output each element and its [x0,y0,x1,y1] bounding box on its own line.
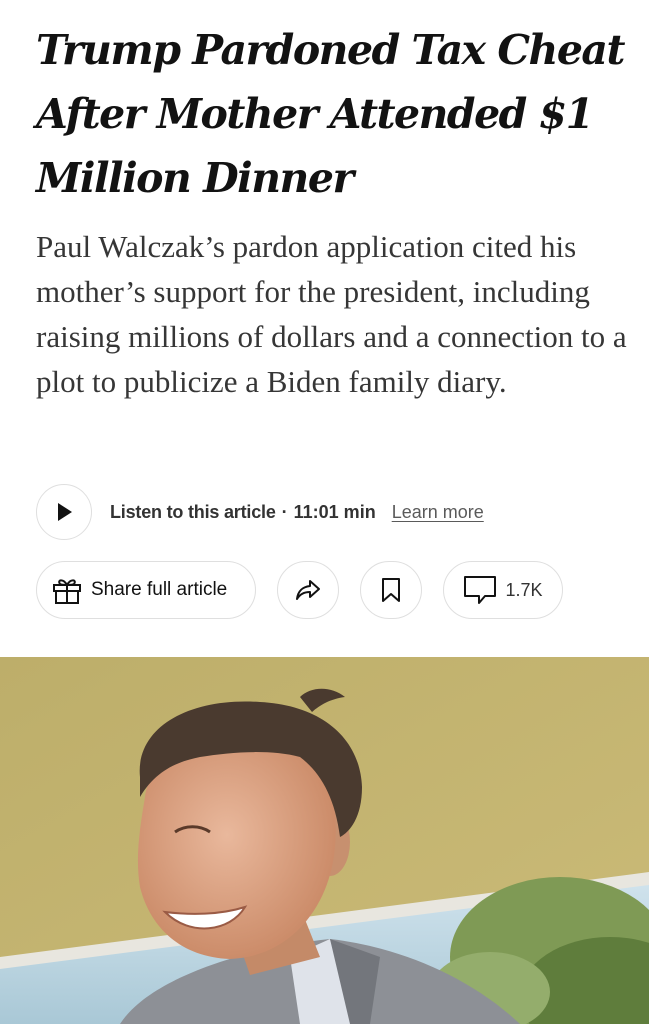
audio-player: Listen to this article · 11:01 min Learn… [36,482,484,542]
listen-separator: · [281,501,288,522]
save-button[interactable] [360,561,422,619]
share-button[interactable] [277,561,339,619]
comment-icon [464,576,497,604]
article-summary: Paul Walczak’s pardon application cited … [36,229,627,399]
share-full-article-button[interactable]: Share full article [36,561,256,619]
gift-icon [53,579,81,604]
share-arrow-icon [296,580,320,600]
comments-count: 1.7K [505,579,543,600]
article-photo [0,657,649,1024]
play-icon [58,503,72,521]
article-headline: Trump Pardoned Tax Cheat After Mother At… [36,26,625,202]
listen-duration: 11:01 min [293,501,376,522]
bookmark-icon [382,578,400,602]
learn-more-link[interactable]: Learn more [392,502,484,523]
play-button[interactable] [36,484,92,540]
listen-label: Listen to this article [110,501,276,522]
comments-button[interactable]: 1.7K [443,561,563,619]
share-full-article-label: Share full article [91,579,228,600]
